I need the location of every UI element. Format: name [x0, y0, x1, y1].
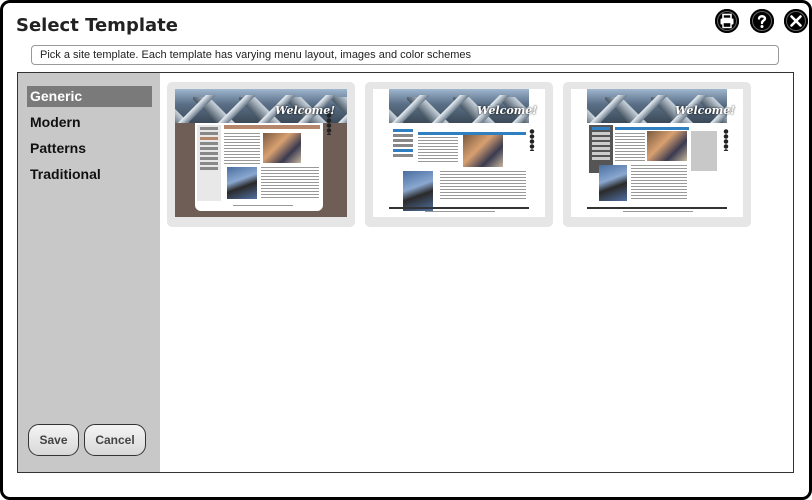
template-card[interactable]: Welcome!	[365, 82, 553, 227]
select-template-dialog: Select Template Pick a site template. Ea…	[0, 0, 812, 500]
print-button[interactable]	[715, 9, 739, 33]
category-generic[interactable]: Generic	[27, 86, 152, 107]
template-card[interactable]: Welcome!	[563, 82, 751, 227]
category-traditional[interactable]: Traditional	[27, 164, 152, 185]
template-thumbnail: Welcome!	[571, 89, 743, 217]
template-thumbnail: Welcome!	[373, 89, 545, 217]
thumbnail-welcome-text: Welcome!	[477, 104, 538, 117]
cancel-button[interactable]: Cancel	[84, 424, 146, 456]
close-button[interactable]	[784, 9, 808, 33]
category-sidebar: Generic Modern Patterns Traditional Save…	[18, 73, 160, 472]
template-thumbnail: Welcome!	[175, 89, 347, 217]
template-panel: Generic Modern Patterns Traditional Save…	[17, 72, 794, 473]
instruction-field: Pick a site template. Each template has …	[31, 45, 779, 65]
template-card[interactable]: Welcome!	[167, 82, 355, 227]
help-icon	[754, 13, 770, 29]
thumbnail-welcome-text: Welcome!	[675, 104, 736, 117]
dialog-title: Select Template	[16, 15, 178, 36]
save-button[interactable]: Save	[28, 424, 79, 456]
help-button[interactable]	[750, 9, 774, 33]
close-icon	[788, 13, 804, 29]
category-modern[interactable]: Modern	[27, 112, 152, 133]
printer-icon	[719, 13, 735, 29]
category-patterns[interactable]: Patterns	[27, 138, 152, 159]
